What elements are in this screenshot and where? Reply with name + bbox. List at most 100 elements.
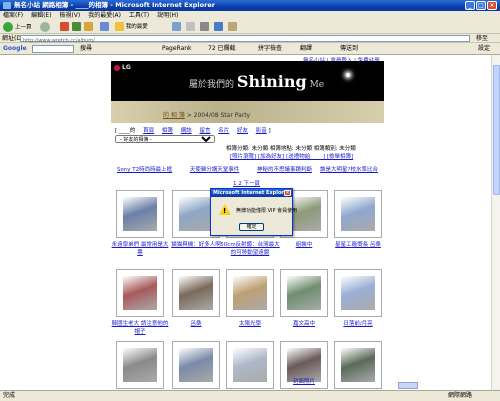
home-icon — [84, 22, 93, 31]
photo-caption[interactable]: 呂桑 — [166, 320, 226, 328]
send-to-button[interactable]: 傳送到 — [340, 43, 358, 55]
favorites-button[interactable]: 我的最愛 — [115, 22, 148, 32]
spellcheck-button[interactable]: 拼字檢查 — [258, 43, 282, 55]
photo-image — [179, 348, 213, 382]
mail-icon — [186, 22, 195, 31]
nav-video[interactable]: 影音 — [256, 128, 267, 134]
header-banner: LG 屬於我們的 Shining Me — [111, 61, 384, 101]
popup-blocked-button[interactable]: 72 已攔截 — [208, 43, 236, 55]
photo-caption[interactable]: 嘉文高中 — [274, 320, 334, 328]
maximize-button[interactable]: □ — [476, 1, 486, 10]
edit-button[interactable] — [214, 22, 223, 32]
photo-caption[interactable]: 韓國生老大 請注意他的帽子 — [110, 320, 170, 336]
photo-caption[interactable]: 50cm反射鏡：台灣最大的可移動望遠鏡 — [220, 241, 280, 257]
nav-guestbook[interactable]: 留言 — [199, 128, 210, 134]
photo-image — [179, 276, 213, 310]
photo-thumb[interactable] — [280, 269, 328, 317]
nav-albums[interactable]: 相簿 — [162, 128, 173, 134]
photo-caption[interactable]: 組裝中 — [274, 241, 334, 249]
photo-thumb[interactable] — [116, 269, 164, 317]
menu-file[interactable]: 檔案(F) — [3, 12, 23, 19]
mail-button[interactable] — [186, 22, 195, 32]
photo-caption[interactable]: 日落前/月亮 — [328, 320, 388, 328]
translate-button[interactable]: 翻譯 — [300, 43, 312, 55]
history-icon — [172, 22, 181, 31]
breadcrumb-album-link[interactable]: 的 相 簿 — [163, 112, 185, 119]
photo-image — [179, 197, 213, 231]
nav-friends[interactable]: 好友 — [237, 128, 248, 134]
google-settings-button[interactable]: 設定 — [478, 43, 490, 55]
photo-thumb[interactable] — [172, 341, 220, 389]
window-title: 無名小站 網路相簿 - ____的相簿 - Microsoft Internet… — [14, 1, 215, 9]
vertical-scrollbar[interactable] — [491, 55, 500, 390]
menu-view[interactable]: 檢視(V) — [59, 12, 80, 19]
nav-blog[interactable]: 網誌 — [181, 128, 192, 134]
google-toolbar: Google 搜尋 PageRank 72 已攔截 拼字檢查 翻譯 傳送到 設定 — [0, 43, 500, 55]
photo-thumb[interactable] — [116, 190, 164, 238]
photo-caption[interactable]: 永遠學弟們 最常用是大票 — [110, 241, 170, 257]
photo-image — [123, 197, 157, 231]
photo-thumb[interactable] — [116, 341, 164, 389]
forward-button[interactable] — [40, 22, 52, 32]
breadcrumb: 的 相 簿 > 2004/08 Star Party — [111, 101, 384, 123]
go-button[interactable]: 移至 — [476, 34, 488, 43]
dialog-close-button[interactable]: × — [284, 190, 291, 196]
related-link-2[interactable]: 天使雜分講天堂事件 — [182, 165, 247, 173]
address-bar: 網址(D) http://www.wretch.cc/album/____ 移至 — [0, 34, 500, 44]
alert-dialog: Microsoft Internet Explorer × ! 無棣功能僅限 V… — [210, 188, 297, 236]
ie-icon — [3, 2, 11, 9]
related-link-4[interactable]: 誰是大明星?校水準比合 — [314, 165, 384, 173]
menu-edit[interactable]: 編輯(E) — [31, 12, 51, 19]
photo-thumb[interactable] — [334, 190, 382, 238]
pagerank-indicator: PageRank — [162, 45, 192, 52]
photo-caption[interactable]: 太陽光學 — [220, 320, 280, 328]
photo-caption[interactable]: 星星工廠嚮長 呂桑 — [328, 241, 388, 249]
photo-image — [123, 276, 157, 310]
photo-image — [341, 348, 375, 382]
photo-thumb[interactable] — [172, 269, 220, 317]
history-button[interactable] — [172, 22, 181, 32]
photo-image — [341, 276, 375, 310]
refresh-button[interactable] — [72, 22, 81, 32]
pagination[interactable]: 1 2 下一頁 — [233, 179, 260, 187]
discuss-button[interactable] — [228, 22, 237, 32]
friends-album-select[interactable]: - 好友的相簿 - — [115, 135, 215, 143]
close-button[interactable]: × — [487, 1, 497, 10]
photo-caption[interactable]: 猫猫與機：好多人啊 — [166, 241, 226, 249]
stop-button[interactable] — [60, 22, 69, 32]
related-link-1[interactable]: Sony T2時尚時最上框 — [112, 165, 177, 173]
album-actions[interactable]: [照片瀏覽] [加為好友] [送禮物給 ____] [檢舉相簿] — [230, 152, 353, 160]
print-button[interactable] — [200, 22, 209, 32]
photo-caption[interactable]: 封面照片 — [274, 378, 334, 386]
refresh-icon — [72, 22, 81, 31]
nav-card[interactable]: 名片 — [218, 128, 229, 134]
menu-favorites[interactable]: 我的最愛(A) — [88, 12, 121, 19]
photo-thumb[interactable] — [334, 269, 382, 317]
lg-logo: LG — [114, 64, 131, 71]
menu-help[interactable]: 說明(H) — [157, 12, 178, 19]
photo-image — [233, 348, 267, 382]
google-logo: Google — [3, 45, 27, 52]
photo-image — [287, 348, 321, 382]
taskbar-popup[interactable] — [398, 382, 418, 389]
google-search-input[interactable] — [32, 45, 74, 53]
photo-thumb[interactable] — [334, 341, 382, 389]
related-link-3[interactable]: 神秘的不思議事蹟判斷 — [252, 165, 317, 173]
back-button[interactable]: 上一頁 — [3, 22, 32, 32]
minimize-button[interactable]: _ — [465, 1, 475, 10]
nav-home[interactable]: 首頁 — [143, 128, 154, 134]
menu-tools[interactable]: 工具(T) — [129, 12, 149, 19]
google-search-button[interactable]: 搜尋 — [80, 43, 92, 55]
dialog-ok-button[interactable]: 確定 — [239, 223, 264, 231]
toolbar: 上一頁 我的最愛 — [0, 20, 500, 34]
print-icon — [200, 22, 209, 31]
address-input[interactable]: http://www.wretch.cc/album/____ — [20, 35, 470, 44]
search-button[interactable] — [100, 22, 109, 32]
discuss-icon — [228, 22, 237, 31]
home-button[interactable] — [84, 22, 93, 32]
scrollbar-thumb[interactable] — [493, 65, 500, 195]
photo-thumb[interactable] — [226, 341, 274, 389]
photo-thumb[interactable] — [226, 269, 274, 317]
status-text: 完成 — [3, 392, 16, 399]
menu-bar: 檔案(F) 編輯(E) 檢視(V) 我的最愛(A) 工具(T) 說明(H) — [0, 11, 500, 20]
